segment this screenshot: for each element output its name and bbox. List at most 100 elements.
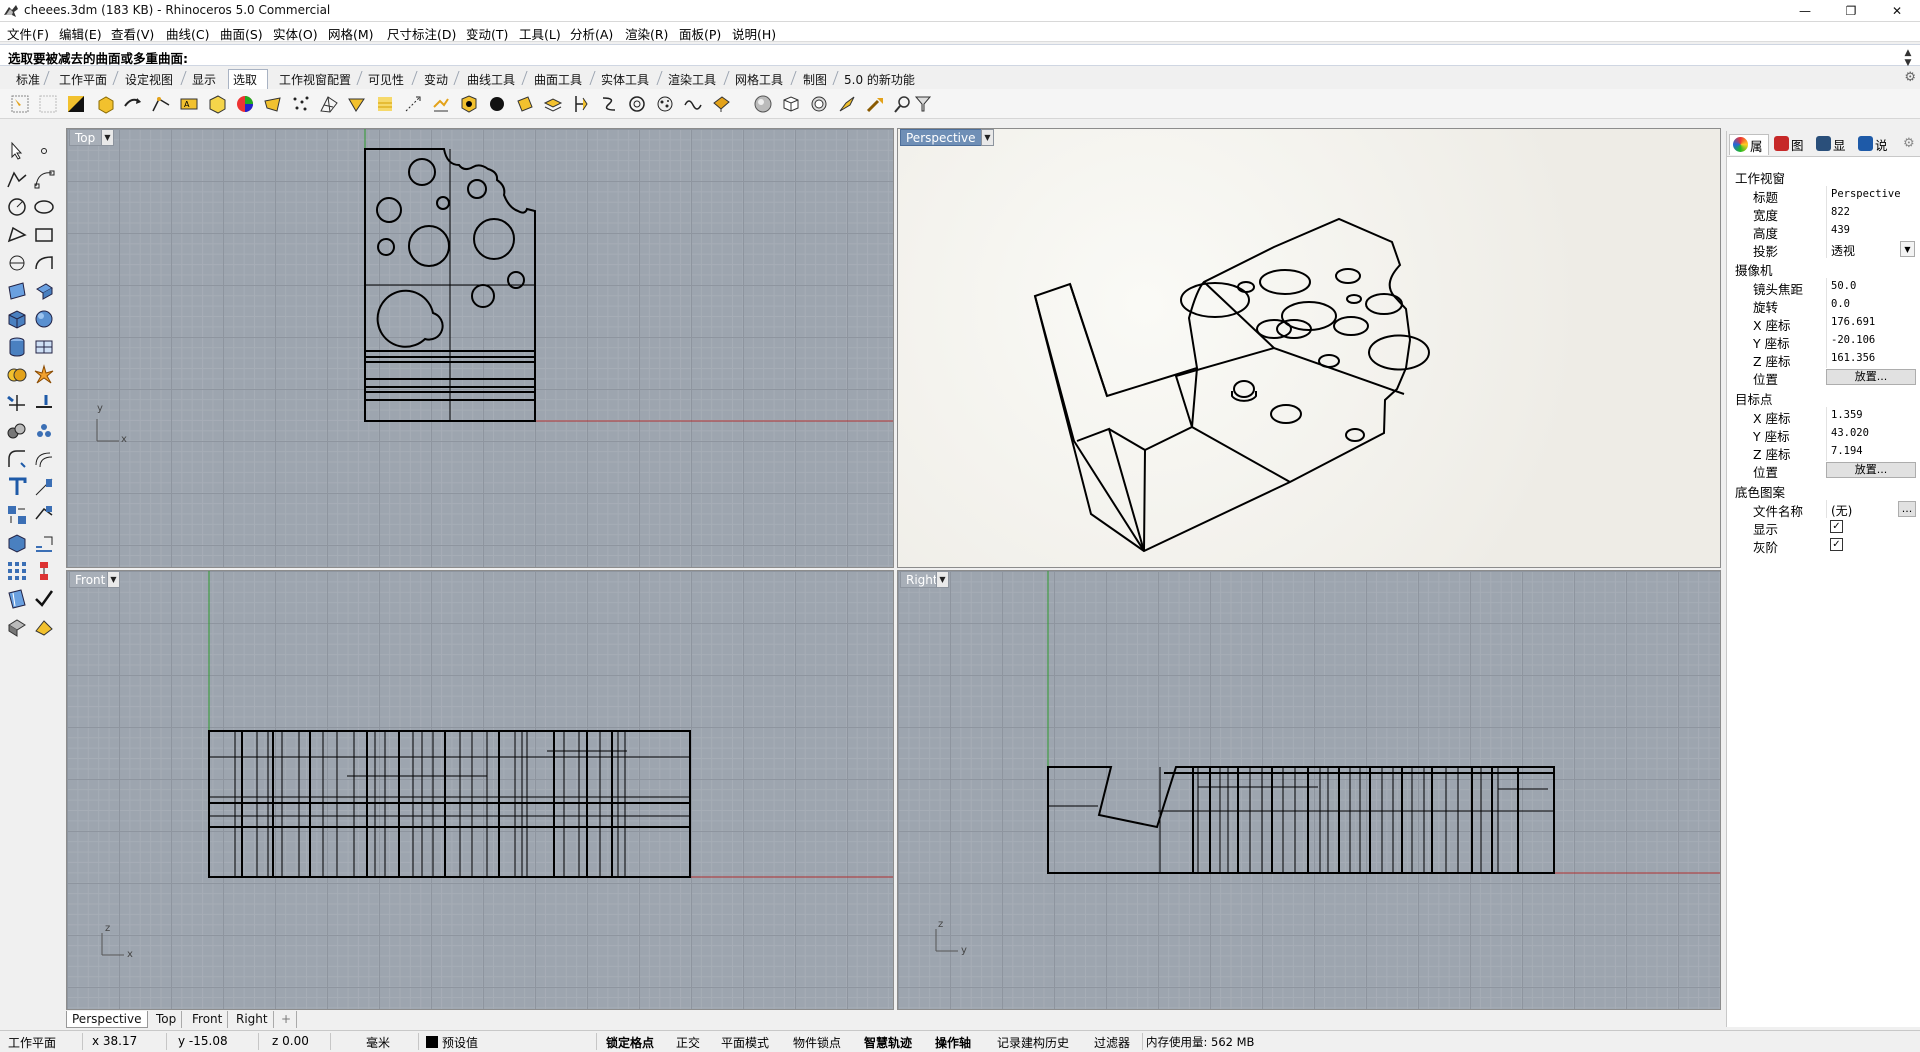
- menu-solid[interactable]: 实体(O): [273, 24, 318, 43]
- select-surfaces-icon[interactable]: [206, 93, 228, 115]
- select-circles-icon[interactable]: [626, 93, 648, 115]
- checkmark-icon[interactable]: [32, 587, 56, 611]
- cylinder-icon[interactable]: [5, 335, 29, 359]
- explode-icon[interactable]: [32, 363, 56, 387]
- tab-curve-tools[interactable]: 曲线工具: [463, 70, 515, 88]
- viewport-top-label[interactable]: Top: [69, 129, 103, 146]
- array-icon[interactable]: [32, 503, 56, 527]
- offset-icon[interactable]: [32, 447, 56, 471]
- select-arcs-icon[interactable]: [654, 93, 676, 115]
- status-cplane[interactable]: 工作平面: [8, 1034, 56, 1051]
- prop-title-value[interactable]: Perspective: [1826, 186, 1916, 204]
- command-line[interactable]: 选取要被减去的曲面或多重曲面: ▲ ▼: [0, 44, 1920, 68]
- tab-set-view[interactable]: 设定视图: [121, 70, 173, 88]
- select-none-icon[interactable]: [37, 93, 59, 115]
- tab-standard[interactable]: 标准: [12, 70, 40, 88]
- select-annotations-icon[interactable]: [374, 93, 396, 115]
- status-filter[interactable]: 过滤器: [1094, 1034, 1130, 1051]
- gear-icon[interactable]: ⚙: [1904, 70, 1916, 85]
- paint-icon[interactable]: [32, 615, 56, 639]
- tab-render-tools[interactable]: 渲染工具: [664, 70, 716, 88]
- materials-icon[interactable]: [5, 615, 29, 639]
- close-button[interactable]: ✕: [1874, 0, 1920, 22]
- dimension-icon[interactable]: [32, 475, 56, 499]
- minimize-button[interactable]: —: [1782, 0, 1828, 22]
- split-icon[interactable]: [32, 391, 56, 415]
- select-points-cloud-icon[interactable]: [808, 93, 830, 115]
- tab-properties[interactable]: 属: [1729, 134, 1769, 155]
- tab-solid-tools[interactable]: 实体工具: [597, 70, 649, 88]
- add-viewport-tab-button[interactable]: +: [276, 1011, 298, 1028]
- tab-help[interactable]: 说: [1855, 134, 1895, 155]
- menu-panels[interactable]: 面板(P): [679, 24, 721, 43]
- status-osnap[interactable]: 物件锁点: [793, 1034, 841, 1051]
- select-previous-icon[interactable]: [122, 93, 144, 115]
- funnel-icon[interactable]: [912, 93, 934, 115]
- status-smarttrack[interactable]: 智慧轨迹: [864, 1034, 912, 1051]
- menu-help[interactable]: 说明(H): [732, 24, 776, 43]
- box-icon[interactable]: [5, 307, 29, 331]
- surface-from-points-icon[interactable]: [5, 279, 29, 303]
- tab-drafting[interactable]: 制图: [799, 70, 827, 88]
- select-by-color-icon[interactable]: [234, 93, 256, 115]
- menu-dimension[interactable]: 尺寸标注(D): [387, 24, 456, 43]
- tab-whats-new[interactable]: 5.0 的新功能: [840, 70, 915, 88]
- sphere-icon[interactable]: [32, 307, 56, 331]
- select-dups-icon[interactable]: [542, 93, 564, 115]
- restore-button[interactable]: ❐: [1828, 0, 1874, 22]
- zoom-select-icon[interactable]: [892, 93, 914, 115]
- show-checkbox[interactable]: ✓: [1830, 520, 1843, 533]
- pointer-icon[interactable]: [5, 139, 29, 163]
- select-spheres-icon[interactable]: [682, 93, 704, 115]
- solid-edit-icon[interactable]: [5, 419, 29, 443]
- menu-analyze[interactable]: 分析(A): [570, 24, 613, 43]
- select-text-icon[interactable]: A: [178, 93, 200, 115]
- viewport-menu-arrow-icon[interactable]: ▼: [107, 571, 120, 588]
- chevron-down-icon[interactable]: ▼: [1900, 241, 1915, 257]
- polyline-icon[interactable]: [5, 167, 29, 191]
- ellipse-icon[interactable]: [32, 195, 56, 219]
- tab-transform[interactable]: 变动: [420, 70, 448, 88]
- prop-target-x-value[interactable]: 1.359: [1826, 407, 1916, 425]
- status-layer[interactable]: 预设值: [442, 1034, 478, 1051]
- polygon-icon[interactable]: [5, 251, 29, 275]
- prop-lens-value[interactable]: 50.0: [1826, 278, 1916, 296]
- rectangle-icon[interactable]: [32, 223, 56, 247]
- arc-icon[interactable]: [5, 223, 29, 247]
- viewport-menu-arrow-icon[interactable]: ▼: [936, 571, 949, 588]
- tab-cplanes[interactable]: 工作平面: [55, 70, 107, 88]
- prop-target-y-value[interactable]: 43.020: [1826, 425, 1916, 443]
- select-points-icon[interactable]: [290, 93, 312, 115]
- status-gumball[interactable]: 操作轴: [935, 1034, 971, 1051]
- vptab-top[interactable]: Top: [151, 1011, 183, 1028]
- viewport-front-label[interactable]: Front: [69, 571, 113, 588]
- tab-select[interactable]: 选取: [228, 69, 268, 89]
- viewport-front[interactable]: Front ▼ z x: [66, 570, 894, 1010]
- grayscale-checkbox[interactable]: ✓: [1830, 538, 1843, 551]
- status-history[interactable]: 记录建构历史: [997, 1034, 1069, 1051]
- select-polylines-icon[interactable]: [598, 93, 620, 115]
- tab-viewport-layout[interactable]: 工作视窗配置: [275, 70, 351, 88]
- prop-camera-y-value[interactable]: -20.106: [1826, 332, 1916, 350]
- menu-view[interactable]: 查看(V): [111, 24, 154, 43]
- point-icon[interactable]: [32, 139, 56, 163]
- point-edit-icon[interactable]: [32, 419, 56, 443]
- place-target-button[interactable]: 放置...: [1826, 462, 1916, 478]
- status-planar[interactable]: 平面模式: [721, 1034, 769, 1051]
- viewport-perspective-label[interactable]: Perspective: [900, 129, 983, 146]
- status-grid-snap[interactable]: 锁定格点: [606, 1034, 654, 1051]
- tab-display[interactable]: 显示: [188, 70, 216, 88]
- select-cylinders-icon[interactable]: [752, 93, 774, 115]
- tab-surface-tools[interactable]: 曲面工具: [530, 70, 582, 88]
- viewport-menu-arrow-icon[interactable]: ▼: [101, 129, 114, 146]
- select-lights-icon[interactable]: [346, 93, 368, 115]
- status-units[interactable]: 毫米: [366, 1034, 390, 1051]
- select-lines-icon[interactable]: [570, 93, 592, 115]
- menu-edit[interactable]: 编辑(E): [59, 24, 102, 43]
- vptab-front[interactable]: Front: [187, 1011, 229, 1028]
- menu-tools[interactable]: 工具(L): [519, 24, 561, 43]
- text-icon[interactable]: [5, 475, 29, 499]
- invert-selection-icon[interactable]: [65, 93, 87, 115]
- tab-mesh-tools[interactable]: 网格工具: [731, 70, 783, 88]
- menu-file[interactable]: 文件(F): [7, 24, 49, 43]
